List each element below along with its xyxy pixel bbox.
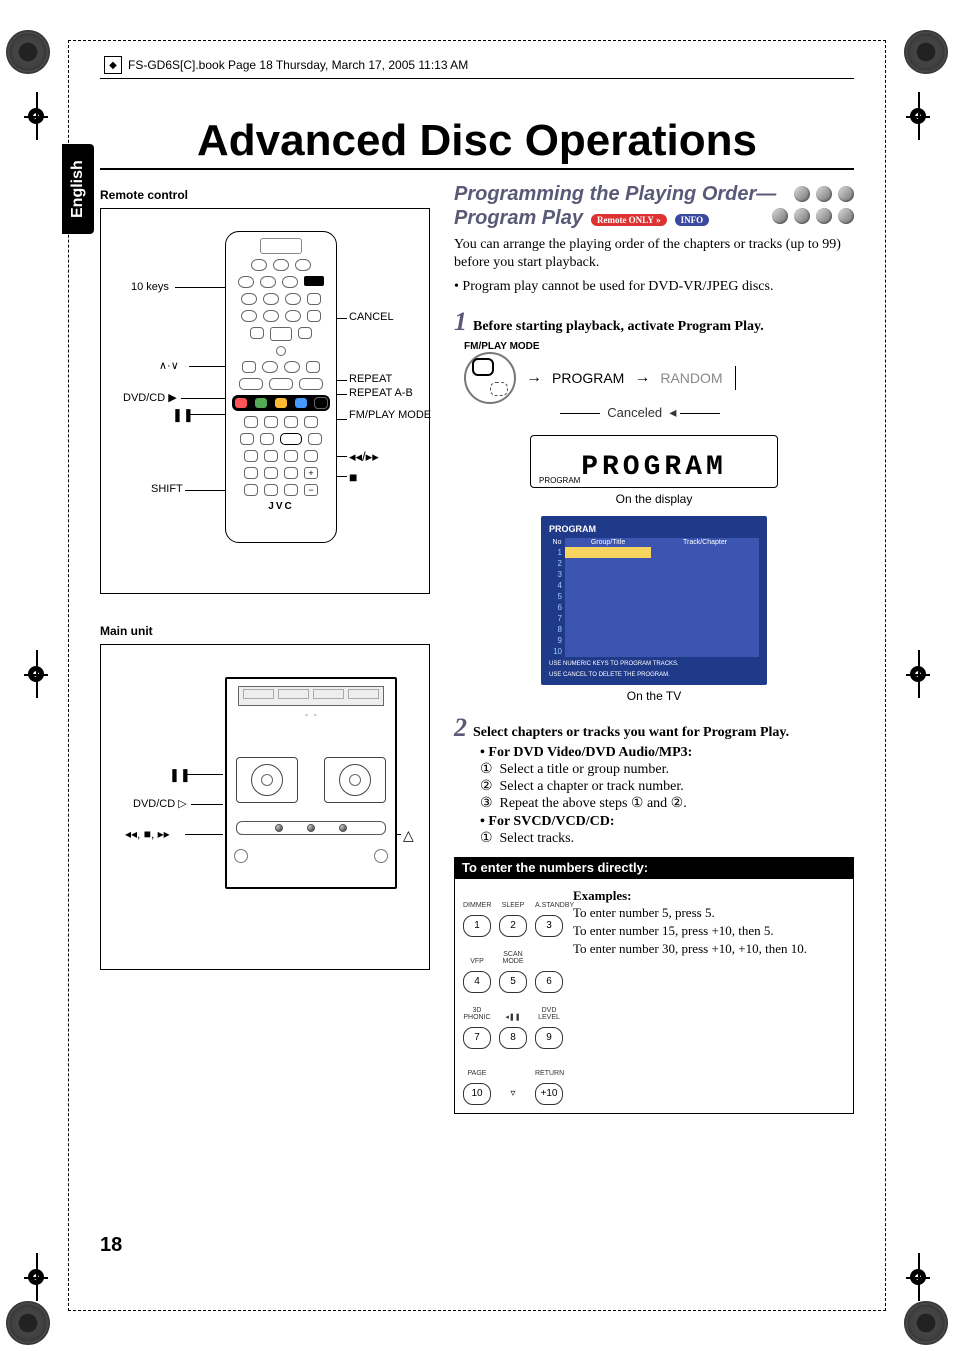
- callout-unit-eject: △: [403, 827, 414, 844]
- remote-brand: JVC: [226, 501, 336, 512]
- flow-canceled-line: Canceled ◂: [560, 404, 854, 421]
- print-fiducial-icon: [904, 1301, 948, 1345]
- tv-program-title: PROGRAM: [549, 524, 759, 534]
- registration-mark-icon: [24, 650, 48, 698]
- flow-program: PROGRAM: [552, 370, 624, 386]
- content-area: English Advanced Disc Operations Remote …: [100, 110, 854, 1261]
- enter-numbers-box: DIMMER SLEEP A.STANDBY 1 2 3 VFP SCAN MO…: [454, 878, 854, 1114]
- registration-mark-icon: [24, 92, 48, 140]
- down-arrow-icon: ▿: [499, 1083, 527, 1105]
- example-line: To enter number 30, press +10, +10, then…: [573, 940, 845, 958]
- running-head: ◆ FS-GD6S[C].book Page 18 Thursday, Marc…: [104, 56, 468, 74]
- example-line: To enter number 5, press 5.: [573, 904, 845, 922]
- disc-dots-row2: [772, 208, 854, 224]
- step-2-heading: 2 Select chapters or tracks you want for…: [454, 715, 854, 741]
- arrow-icon: →: [526, 369, 542, 387]
- main-unit-box: ❚❚ DVD/CD ▷ ◂◂, ■, ▸▸ △ ° °: [100, 644, 430, 970]
- fmplay-mode-figure: FM/PLAY MODE → PROGRAM → RANDOM Cancele: [464, 341, 854, 421]
- intro-bullet: • Program play cannot be used for DVD-VR…: [454, 278, 854, 296]
- callout-cancel: CANCEL: [349, 311, 394, 323]
- running-head-text: FS-GD6S[C].book Page 18 Thursday, March …: [128, 58, 468, 72]
- registration-mark-icon: [906, 650, 930, 698]
- callout-repeat-ab: REPEAT A-B: [349, 387, 413, 399]
- fmplay-mode-label: FM/PLAY MODE: [464, 341, 854, 352]
- registration-mark-icon: [906, 1253, 930, 1301]
- registration-mark-icon: [24, 1253, 48, 1301]
- language-tab: English: [62, 144, 94, 234]
- step-1-text: Before starting playback, activate Progr…: [473, 319, 764, 335]
- arrow-icon: →: [634, 369, 650, 387]
- callout-unit-prev-stop-next: ◂◂, ■, ▸▸: [125, 827, 170, 841]
- callout-fmplay-mode: FM/PLAY MODE: [349, 409, 431, 421]
- section-title-line2: Program Play: [454, 207, 583, 229]
- callout-dvdcd-play: DVD/CD ▶: [123, 391, 177, 404]
- step-number-2: 2: [454, 715, 467, 741]
- tv-note-1: USE NUMERIC KEYS TO PROGRAM TRACKS.: [549, 661, 759, 668]
- remote-only-badge: Remote ONLY »: [591, 214, 667, 226]
- section-header: Programming the Playing Order— Program P…: [454, 182, 854, 230]
- callout-unit-pause: ❚❚: [169, 767, 191, 783]
- page-title: Advanced Disc Operations: [100, 116, 854, 166]
- running-rule: [100, 78, 854, 79]
- callout-repeat: REPEAT: [349, 373, 392, 385]
- remote-control-box: 10 keys ∧·∨ DVD/CD ▶ ❚❚ SHIFT CANCEL: [100, 208, 430, 594]
- numeric-keypad-figure: DIMMER SLEEP A.STANDBY 1 2 3 VFP SCAN MO…: [463, 887, 563, 1105]
- callout-unit-dvdcd: DVD/CD ▷: [133, 797, 187, 810]
- page-number: 18: [100, 1234, 122, 1257]
- remote-body-illustration: + − JVC: [225, 231, 337, 543]
- callout-prev-next: ◂◂/▸▸: [349, 449, 379, 465]
- fmplay-mode-button-icon: [464, 352, 516, 404]
- callout-ten-keys: 10 keys: [131, 281, 169, 293]
- callout-shift: SHIFT: [151, 483, 183, 495]
- tv-note-2: USE CANCEL TO DELETE THE PROGRAM.: [549, 672, 759, 679]
- tv-program-table: No Group/Title Track/Chapter 1 2 3 4 5 6…: [549, 538, 759, 657]
- tv-screen-figure: PROGRAM No Group/Title Track/Chapter 1 2…: [541, 516, 767, 685]
- callout-stop: ■: [349, 469, 357, 485]
- example-line: To enter number 15, press +10, then 5.: [573, 922, 845, 940]
- flow-random: RANDOM: [660, 370, 722, 386]
- info-badge: INFO: [675, 214, 710, 226]
- program-display-figure: PROGRAM PROGRAM: [530, 435, 778, 488]
- examples-column: Examples: To enter number 5, press 5. To…: [573, 887, 845, 1105]
- title-rule: [100, 168, 854, 170]
- callout-pause: ❚❚: [172, 407, 194, 423]
- intro-paragraph: You can arrange the playing order of the…: [454, 236, 854, 272]
- registration-mark-icon: [906, 92, 930, 140]
- print-fiducial-icon: [6, 30, 50, 74]
- print-fiducial-icon: [6, 1301, 50, 1345]
- disc-dots-row1: [794, 186, 854, 202]
- left-column: Remote control 10 keys ∧·∨ DVD/CD ▶ ❚❚ S…: [100, 182, 430, 1114]
- main-unit-illustration: ° °: [225, 677, 397, 889]
- examples-heading: Examples:: [573, 887, 845, 905]
- step-number-1: 1: [454, 309, 467, 335]
- page: ◆ FS-GD6S[C].book Page 18 Thursday, Marc…: [0, 0, 954, 1351]
- remote-control-label: Remote control: [100, 188, 430, 202]
- step-1-heading: 1 Before starting playback, activate Pro…: [454, 309, 854, 335]
- enter-numbers-heading: To enter the numbers directly:: [454, 857, 854, 878]
- step2-dvd-block: • For DVD Video/DVD Audio/MP3: ① Select …: [480, 745, 854, 847]
- on-display-caption: On the display: [454, 492, 854, 506]
- callout-up-down: ∧·∨: [159, 359, 179, 372]
- program-display-marker: PROGRAM: [539, 476, 580, 485]
- main-unit-label: Main unit: [100, 624, 430, 638]
- right-column: Programming the Playing Order— Program P…: [454, 182, 854, 1114]
- book-icon: ◆: [104, 56, 122, 74]
- print-fiducial-icon: [904, 30, 948, 74]
- step-2-text: Select chapters or tracks you want for P…: [473, 725, 789, 741]
- on-tv-caption: On the TV: [454, 689, 854, 703]
